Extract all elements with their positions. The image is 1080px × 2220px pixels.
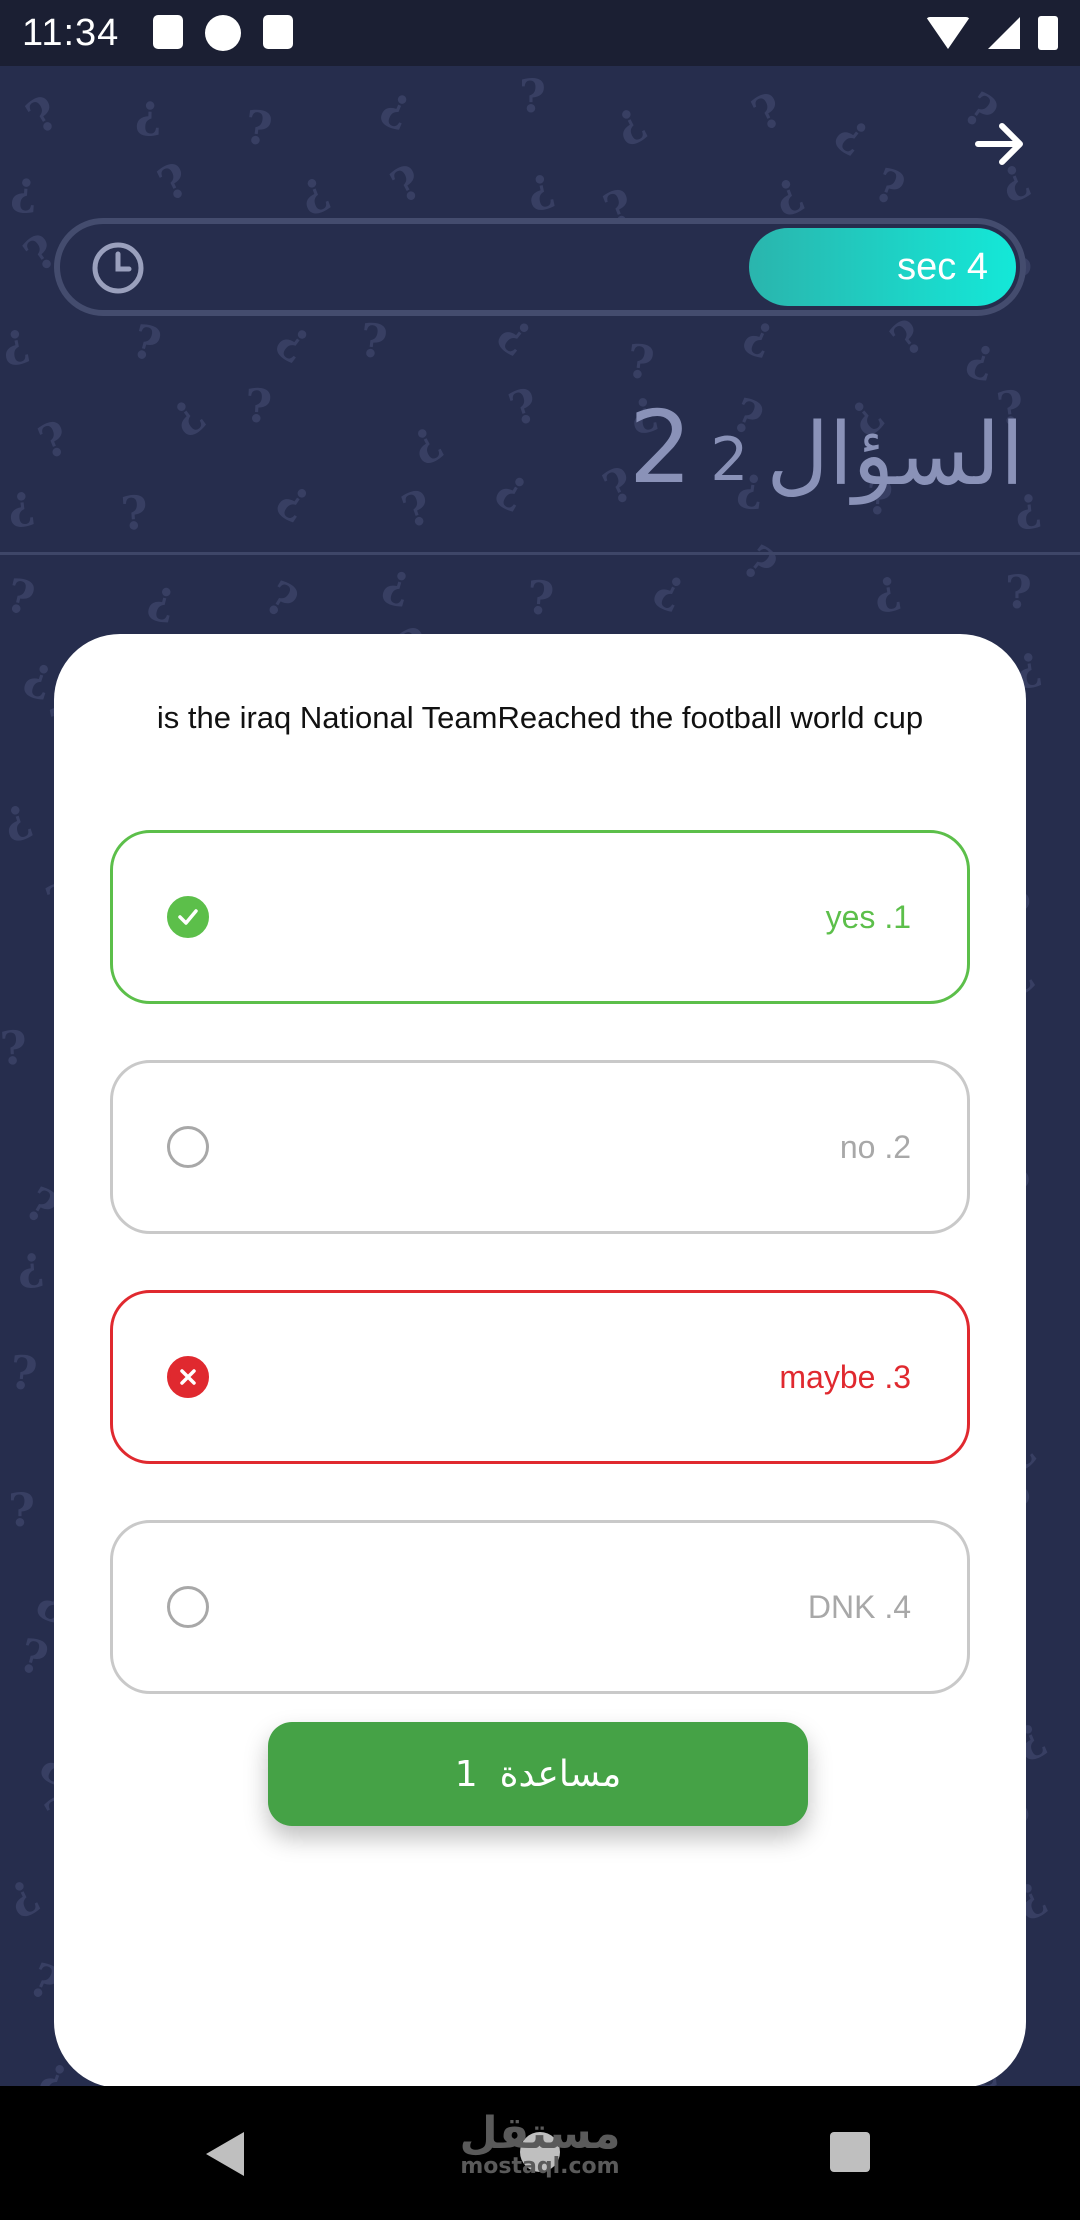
question-mark-glyph: ¿ (0, 786, 37, 846)
answer-label: maybe .3 (779, 1358, 911, 1395)
question-mark-glyph: ¿ (603, 89, 652, 151)
watermark-logo: مستقل mostaql.com (430, 2112, 650, 2178)
question-mark-glyph: ? (867, 156, 912, 218)
nav-back-icon[interactable] (206, 2132, 244, 2176)
question-mark-glyph: ? (381, 153, 432, 215)
question-mark-glyph: ¿ (3, 473, 38, 531)
question-mark-glyph: ¿ (290, 158, 335, 220)
question-mark-glyph: ? (149, 151, 198, 213)
question-mark-glyph: ? (356, 312, 391, 370)
question-mark-glyph: ¿ (134, 83, 163, 139)
question-mark-glyph: ¿ (829, 101, 884, 161)
help-label: مساعدة (499, 1753, 622, 1795)
question-mark-glyph: ? (13, 1627, 54, 1687)
answer-label: yes .1 (825, 898, 911, 935)
question-mark-glyph: ? (743, 81, 792, 143)
watermark-arabic: مستقل (459, 2108, 621, 2159)
answer-option-1[interactable]: yes .1 (110, 830, 970, 1004)
question-mark-glyph: ¿ (15, 1235, 46, 1291)
question-total: 2 (628, 389, 693, 506)
empty-radio-icon (167, 1126, 209, 1168)
question-mark-glyph: ? (880, 308, 935, 368)
header-divider (0, 552, 1080, 555)
timer-fill: sec 4 (749, 228, 1016, 306)
question-mark-glyph: ? (1005, 565, 1032, 619)
question-mark-glyph: ? (241, 99, 276, 157)
question-mark-glyph: ¿ (398, 408, 449, 470)
status-icons-left (153, 15, 294, 51)
question-mark-glyph: ? (30, 409, 77, 471)
question-mark-glyph: ? (0, 1020, 29, 1076)
question-mark-glyph: ? (8, 1483, 35, 1537)
question-mark-glyph: ? (243, 378, 274, 434)
question-mark-glyph: ¿ (0, 310, 33, 370)
status-time: 11:34 (22, 11, 120, 54)
answer-label: DNK .4 (807, 1588, 911, 1625)
status-bar: 11:34 (0, 0, 1080, 66)
question-mark-glyph: ¿ (0, 1861, 45, 1923)
question-card: is the iraq National TeamReached the foo… (54, 634, 1026, 2088)
question-mark-glyph: ¿ (270, 308, 325, 368)
navigation-bar: مستقل mostaql.com (0, 2086, 1080, 2220)
question-mark-glyph: ¿ (143, 567, 184, 627)
close-icon (167, 1356, 209, 1398)
question-mark-glyph: ¿ (490, 455, 541, 517)
question-mark-glyph: ¿ (375, 73, 422, 135)
question-mark-glyph: ? (126, 313, 167, 373)
watermark-latin: mostaql.com (460, 2154, 620, 2179)
question-mark-glyph: ¿ (868, 558, 905, 616)
notification-icon (205, 15, 242, 51)
battery-icon (1038, 16, 1058, 50)
wifi-icon (926, 17, 970, 49)
question-mark-glyph: ? (525, 570, 556, 626)
text-a-icon (153, 15, 184, 49)
question-mark-glyph: ¿ (962, 325, 1003, 385)
question-mark-glyph: ¿ (156, 382, 211, 442)
answer-label: no .2 (839, 1128, 911, 1165)
question-text: is the iraq National TeamReached the foo… (156, 700, 924, 735)
question-mark-glyph: ¿ (520, 155, 559, 215)
question-mark-glyph: ? (1, 567, 40, 627)
question-mark-glyph: ? (732, 534, 787, 594)
arrow-right-icon[interactable] (972, 116, 1028, 172)
answer-option-3[interactable]: maybe .3 (110, 1290, 970, 1464)
question-mark-glyph: ¿ (378, 551, 419, 611)
question-mark-glyph: ? (502, 377, 545, 437)
check-icon (167, 896, 209, 938)
question-mark-glyph: ¿ (764, 159, 809, 221)
question-mark-glyph: ? (7, 1344, 40, 1402)
question-counter: 2 2 السؤال (628, 378, 1024, 506)
help-count: 1 (454, 1753, 478, 1795)
question-word: السؤال (766, 405, 1024, 505)
nav-recent-apps-icon[interactable] (830, 2132, 870, 2172)
help-button[interactable]: مساعدة 1 (268, 1722, 808, 1826)
question-mark-glyph: ? (119, 485, 150, 541)
question-mark-glyph: ¿ (9, 160, 40, 216)
question-mark-glyph: ¿ (271, 467, 324, 527)
timer-progress-bar: sec 4 (54, 218, 1026, 316)
question-mark-glyph: ? (256, 569, 307, 631)
clock-icon (90, 240, 146, 296)
empty-radio-icon (167, 1586, 209, 1628)
answer-option-2[interactable]: no .2 (110, 1060, 970, 1234)
sd-card-icon (263, 15, 294, 49)
question-mark-glyph: ¿ (648, 555, 697, 617)
status-icons-right (926, 16, 1058, 50)
signal-icon (988, 17, 1020, 49)
question-mark-glyph: ? (394, 479, 439, 539)
question-mark-glyph: ? (17, 84, 68, 146)
question-mark-glyph: ? (519, 69, 546, 123)
answer-option-4[interactable]: DNK .4 (110, 1520, 970, 1694)
question-current: 2 (710, 425, 749, 495)
timer-label: sec 4 (897, 245, 988, 288)
quiz-screen: ? ¿? ¿? ¿? ¿? ¿? ¿? ¿? ¿? ¿? ¿? ¿? ¿? ¿? ¿? ¿? ¿? ¿? ¿? ¿? ¿… (0, 0, 1080, 2220)
